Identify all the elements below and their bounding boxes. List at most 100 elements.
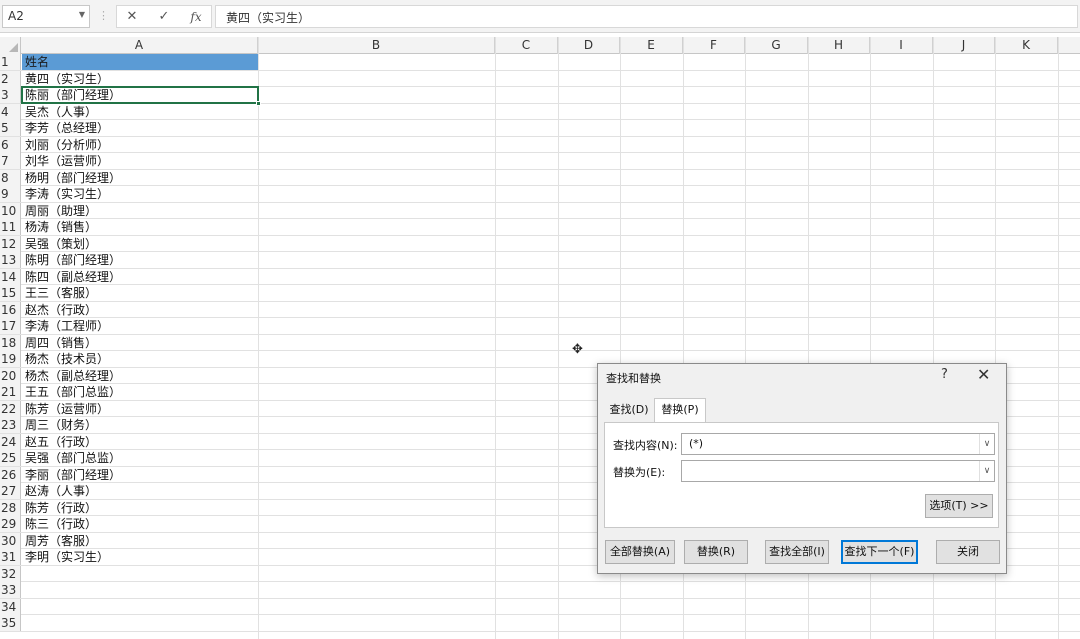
row-header[interactable]: 20 bbox=[0, 367, 21, 384]
cell-a[interactable]: 姓名 bbox=[22, 54, 258, 70]
name-box[interactable]: A2 ▼ bbox=[2, 5, 90, 28]
cell-a[interactable]: 杨杰（副总经理） bbox=[22, 368, 258, 384]
fill-handle[interactable] bbox=[256, 101, 261, 106]
find-input[interactable]: (*) ∨ bbox=[681, 433, 995, 455]
close-icon[interactable]: ✕ bbox=[977, 365, 990, 384]
chevron-down-icon[interactable]: ∨ bbox=[979, 461, 994, 481]
options-button[interactable]: 选项(T) >> bbox=[925, 494, 993, 518]
row-header[interactable]: 14 bbox=[0, 268, 21, 285]
find-next-button[interactable]: 查找下一个(F) bbox=[841, 540, 918, 564]
row-header[interactable]: 5 bbox=[0, 120, 21, 136]
row-header[interactable]: 25 bbox=[0, 450, 21, 466]
row-header[interactable]: 19 bbox=[0, 351, 21, 367]
row-header[interactable]: 29 bbox=[0, 516, 21, 532]
cell-a[interactable]: 黄四（实习生） bbox=[22, 71, 258, 87]
row-header[interactable]: 33 bbox=[0, 582, 21, 598]
cell-a[interactable]: 吴强（部门总监） bbox=[22, 450, 258, 466]
confirm-icon[interactable]: ✓ bbox=[153, 8, 175, 26]
close-button[interactable]: 关闭 bbox=[936, 540, 1000, 564]
cell-a[interactable]: 杨杰（技术员） bbox=[22, 351, 258, 367]
row-header[interactable]: 18 bbox=[0, 334, 21, 351]
row-header[interactable]: 11 bbox=[0, 219, 21, 235]
row-header[interactable]: 24 bbox=[0, 433, 21, 450]
row-header[interactable]: 26 bbox=[0, 466, 21, 483]
cell-a[interactable]: 陈三（行政） bbox=[22, 516, 258, 532]
tab-find[interactable]: 查找(D) bbox=[608, 399, 650, 422]
column-header-j[interactable]: J bbox=[933, 37, 995, 54]
cell-a[interactable] bbox=[22, 615, 258, 631]
cell-a[interactable] bbox=[22, 599, 258, 615]
row-header[interactable]: 2 bbox=[0, 70, 21, 87]
column-header-b[interactable]: B bbox=[258, 37, 495, 54]
column-header-a[interactable]: A bbox=[21, 37, 258, 54]
column-header-e[interactable]: E bbox=[620, 37, 683, 54]
replace-button[interactable]: 替换(R) bbox=[684, 540, 748, 564]
cell-a[interactable]: 吴强（策划） bbox=[22, 236, 258, 252]
cell-a[interactable]: 吴杰（人事） bbox=[22, 104, 258, 120]
cell-a[interactable]: 周三（财务） bbox=[22, 417, 258, 433]
row-header[interactable]: 1 bbox=[0, 54, 21, 70]
tab-replace[interactable]: 替换(P) bbox=[654, 398, 706, 423]
row-header[interactable]: 16 bbox=[0, 301, 21, 318]
chevron-down-icon[interactable]: ▼ bbox=[79, 10, 85, 19]
row-header[interactable]: 7 bbox=[0, 153, 21, 169]
row-header[interactable]: 27 bbox=[0, 483, 21, 499]
row-header[interactable]: 35 bbox=[0, 615, 21, 631]
row-header[interactable]: 17 bbox=[0, 318, 21, 334]
column-header-g[interactable]: G bbox=[745, 37, 808, 54]
cell-a[interactable]: 刘华（运营师） bbox=[22, 153, 258, 169]
row-header[interactable]: 28 bbox=[0, 499, 21, 516]
cell-a[interactable]: 周芳（客服） bbox=[22, 533, 258, 549]
row-header[interactable]: 32 bbox=[0, 565, 21, 582]
row-header[interactable]: 23 bbox=[0, 417, 21, 433]
row-header[interactable]: 9 bbox=[0, 186, 21, 202]
row-header[interactable]: 21 bbox=[0, 384, 21, 400]
cell-a[interactable] bbox=[22, 582, 258, 598]
cell-a[interactable]: 李明（实习生） bbox=[22, 549, 258, 565]
row-header[interactable]: 6 bbox=[0, 136, 21, 153]
cell-a[interactable]: 周丽（助理） bbox=[22, 203, 258, 219]
cell-a[interactable] bbox=[22, 566, 258, 582]
row-header[interactable]: 13 bbox=[0, 252, 21, 268]
row-header[interactable]: 30 bbox=[0, 532, 21, 549]
cell-a[interactable]: 赵五（行政） bbox=[22, 434, 258, 450]
replace-input[interactable]: ∨ bbox=[681, 460, 995, 482]
row-header[interactable]: 10 bbox=[0, 202, 21, 219]
column-header-h[interactable]: H bbox=[808, 37, 870, 54]
find-all-button[interactable]: 查找全部(I) bbox=[765, 540, 829, 564]
cell-a[interactable]: 赵涛（人事） bbox=[22, 483, 258, 499]
cell-a[interactable]: 李丽（部门经理） bbox=[22, 467, 258, 483]
cell-a[interactable]: 陈芳（运营师） bbox=[22, 401, 258, 417]
cancel-icon[interactable]: ✕ bbox=[121, 8, 143, 26]
cell-a[interactable]: 王五（部门总监） bbox=[22, 384, 258, 400]
row-header[interactable]: 4 bbox=[0, 103, 21, 120]
row-header[interactable]: 15 bbox=[0, 285, 21, 301]
cell-a[interactable]: 陈芳（行政） bbox=[22, 500, 258, 516]
chevron-down-icon[interactable]: ∨ bbox=[979, 434, 994, 454]
cell-a[interactable]: 赵杰（行政） bbox=[22, 302, 258, 318]
cell-a[interactable]: 杨明（部门经理） bbox=[22, 170, 258, 186]
cell-a[interactable]: 李涛（实习生） bbox=[22, 186, 258, 202]
formula-input[interactable]: 黄四（实习生） bbox=[215, 5, 1078, 28]
cell-a[interactable]: 刘丽（分析师） bbox=[22, 137, 258, 153]
select-all-button[interactable] bbox=[0, 37, 21, 54]
cell-a[interactable]: 陈明（部门经理） bbox=[22, 252, 258, 268]
cell-a[interactable]: 李芳（总经理） bbox=[22, 120, 258, 136]
replace-all-button[interactable]: 全部替换(A) bbox=[605, 540, 675, 564]
column-header-d[interactable]: D bbox=[558, 37, 620, 54]
column-header-i[interactable]: I bbox=[870, 37, 933, 54]
insert-function-icon[interactable]: fx bbox=[185, 8, 207, 26]
row-header[interactable]: 3 bbox=[0, 87, 21, 103]
row-header[interactable]: 31 bbox=[0, 549, 21, 565]
row-header[interactable]: 8 bbox=[0, 169, 21, 186]
help-icon[interactable]: ? bbox=[941, 367, 948, 382]
column-header-f[interactable]: F bbox=[683, 37, 745, 54]
cell-a[interactable]: 周四（销售） bbox=[22, 335, 258, 351]
row-header[interactable]: 34 bbox=[0, 598, 21, 615]
cell-a[interactable]: 王三（客服） bbox=[22, 285, 258, 301]
cell-a[interactable]: 李涛（工程师） bbox=[22, 318, 258, 334]
row-header[interactable]: 12 bbox=[0, 235, 21, 252]
cell-a[interactable]: 杨涛（销售） bbox=[22, 219, 258, 235]
cell-a[interactable]: 陈四（副总经理） bbox=[22, 269, 258, 285]
column-header-c[interactable]: C bbox=[495, 37, 558, 54]
